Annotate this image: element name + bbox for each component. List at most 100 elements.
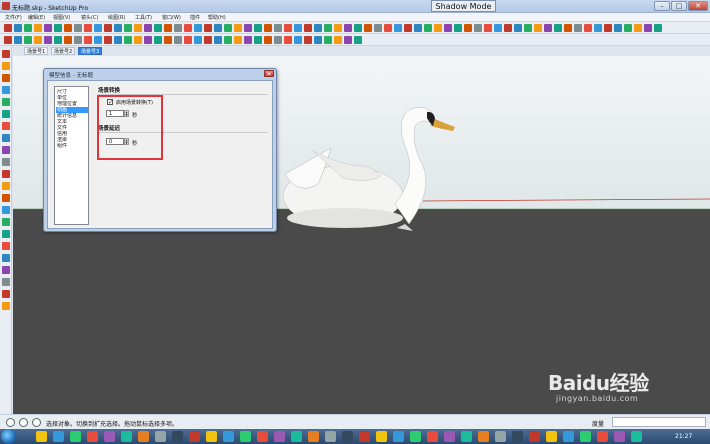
- palette-tool-icon-10[interactable]: [2, 158, 10, 166]
- toolbar-tool-icon-27[interactable]: [264, 24, 272, 32]
- toolbar-view-icon-24[interactable]: [234, 36, 242, 44]
- taskbar-app-icon-13[interactable]: [240, 431, 251, 442]
- toolbar-tool-icon-14[interactable]: [134, 24, 142, 32]
- toolbar-tool-icon-37[interactable]: [364, 24, 372, 32]
- palette-tool-icon-6[interactable]: [2, 110, 10, 118]
- toolbar-view-icon-27[interactable]: [264, 36, 272, 44]
- toolbar-view-icon-23[interactable]: [224, 36, 232, 44]
- taskbar-app-icon-10[interactable]: [189, 431, 200, 442]
- taskbar-app-icon-18[interactable]: [325, 431, 336, 442]
- tab-scene-2[interactable]: 场景号2: [51, 47, 76, 55]
- toolbar-tool-icon-33[interactable]: [324, 24, 332, 32]
- taskbar-app-icon-5[interactable]: [104, 431, 115, 442]
- toolbar-tool-icon-8[interactable]: [74, 24, 82, 32]
- toolbar-tool-icon-65[interactable]: [644, 24, 652, 32]
- toolbar-tool-icon-53[interactable]: [524, 24, 532, 32]
- toolbar-tool-icon-57[interactable]: [564, 24, 572, 32]
- close-button[interactable]: ✕: [688, 1, 708, 11]
- taskbar-app-icon-6[interactable]: [121, 431, 132, 442]
- toolbar-tool-icon-34[interactable]: [334, 24, 342, 32]
- toolbar-tool-icon-44[interactable]: [434, 24, 442, 32]
- toolbar-tool-icon-60[interactable]: [594, 24, 602, 32]
- palette-tool-icon-21[interactable]: [2, 290, 10, 298]
- toolbar-tool-icon-18[interactable]: [174, 24, 182, 32]
- toolbar-view-icon-25[interactable]: [244, 36, 252, 44]
- toolbar-tool-icon-25[interactable]: [244, 24, 252, 32]
- menu-plugins[interactable]: 插件: [190, 14, 200, 21]
- toolbar-tool-icon-48[interactable]: [474, 24, 482, 32]
- toolbar-tool-icon-64[interactable]: [634, 24, 642, 32]
- palette-tool-icon-22[interactable]: [2, 302, 10, 310]
- toolbar-tool-icon-2[interactable]: [14, 24, 22, 32]
- toolbar-tool-icon-10[interactable]: [94, 24, 102, 32]
- taskbar-app-icon-28[interactable]: [495, 431, 506, 442]
- taskbar-app-icon-4[interactable]: [87, 431, 98, 442]
- toolbar-tool-icon-6[interactable]: [54, 24, 62, 32]
- toolbar-view-icon-9[interactable]: [84, 36, 92, 44]
- palette-tool-icon-13[interactable]: [2, 194, 10, 202]
- toolbar-view-icon-2[interactable]: [14, 36, 22, 44]
- tab-scene-3[interactable]: 场景号3: [78, 47, 103, 55]
- dialog-close-button[interactable]: ✕: [264, 70, 274, 78]
- toolbar-tool-icon-45[interactable]: [444, 24, 452, 32]
- taskbar-app-icon-34[interactable]: [597, 431, 608, 442]
- palette-tool-icon-19[interactable]: [2, 266, 10, 274]
- toolbar-tool-icon-41[interactable]: [404, 24, 412, 32]
- taskbar-app-icon-7[interactable]: [138, 431, 149, 442]
- taskbar-app-icon-19[interactable]: [342, 431, 353, 442]
- toolbar-tool-icon-47[interactable]: [464, 24, 472, 32]
- taskbar-app-icon-32[interactable]: [563, 431, 574, 442]
- maximize-button[interactable]: □: [671, 1, 687, 11]
- toolbar-tool-icon-21[interactable]: [204, 24, 212, 32]
- toolbar-view-icon-16[interactable]: [154, 36, 162, 44]
- toolbar-view-icon-34[interactable]: [334, 36, 342, 44]
- toolbar-view-icon-5[interactable]: [44, 36, 52, 44]
- toolbar-tool-icon-39[interactable]: [384, 24, 392, 32]
- palette-tool-icon-5[interactable]: [2, 98, 10, 106]
- taskbar-app-icon-12[interactable]: [223, 431, 234, 442]
- toolbar-view-icon-31[interactable]: [304, 36, 312, 44]
- toolbar-view-icon-1[interactable]: [4, 36, 12, 44]
- toolbar-view-icon-12[interactable]: [114, 36, 122, 44]
- toolbar-view-icon-21[interactable]: [204, 36, 212, 44]
- palette-tool-icon-16[interactable]: [2, 230, 10, 238]
- taskbar-app-icon-15[interactable]: [274, 431, 285, 442]
- toolbar-tool-icon-3[interactable]: [24, 24, 32, 32]
- toolbar-view-icon-28[interactable]: [274, 36, 282, 44]
- toolbar-tool-icon-16[interactable]: [154, 24, 162, 32]
- taskbar-app-icon-21[interactable]: [376, 431, 387, 442]
- taskbar-app-icon-26[interactable]: [461, 431, 472, 442]
- taskbar-app-icon-17[interactable]: [308, 431, 319, 442]
- toolbar-view-icon-18[interactable]: [174, 36, 182, 44]
- category-item[interactable]: 组件: [56, 143, 88, 149]
- start-button[interactable]: [1, 429, 16, 444]
- toolbar-view-icon-20[interactable]: [194, 36, 202, 44]
- toolbar-tool-icon-55[interactable]: [544, 24, 552, 32]
- palette-tool-icon-9[interactable]: [2, 146, 10, 154]
- toolbar-tool-icon-26[interactable]: [254, 24, 262, 32]
- taskbar-app-icon-35[interactable]: [614, 431, 625, 442]
- toolbar-tool-icon-50[interactable]: [494, 24, 502, 32]
- toolbar-tool-icon-36[interactable]: [354, 24, 362, 32]
- toolbar-view-icon-35[interactable]: [344, 36, 352, 44]
- toolbar-view-icon-32[interactable]: [314, 36, 322, 44]
- toolbar-view-icon-7[interactable]: [64, 36, 72, 44]
- toolbar-tool-icon-23[interactable]: [224, 24, 232, 32]
- menu-camera[interactable]: 镜头(C): [81, 14, 98, 21]
- help-icon[interactable]: [32, 418, 41, 427]
- taskbar-app-icon-23[interactable]: [410, 431, 421, 442]
- toolbar-view-icon-4[interactable]: [34, 36, 42, 44]
- palette-tool-icon-8[interactable]: [2, 134, 10, 142]
- palette-tool-icon-11[interactable]: [2, 170, 10, 178]
- toolbar-tool-icon-38[interactable]: [374, 24, 382, 32]
- palette-tool-icon-1[interactable]: [2, 50, 10, 58]
- palette-tool-icon-4[interactable]: [2, 86, 10, 94]
- toolbar-tool-icon-13[interactable]: [124, 24, 132, 32]
- toolbar-tool-icon-43[interactable]: [424, 24, 432, 32]
- toolbar-tool-icon-66[interactable]: [654, 24, 662, 32]
- toolbar-tool-icon-51[interactable]: [504, 24, 512, 32]
- taskbar-app-icon-31[interactable]: [546, 431, 557, 442]
- menu-file[interactable]: 文件(F): [5, 14, 22, 21]
- toolbar-tool-icon-52[interactable]: [514, 24, 522, 32]
- taskbar-app-icon-36[interactable]: [631, 431, 642, 442]
